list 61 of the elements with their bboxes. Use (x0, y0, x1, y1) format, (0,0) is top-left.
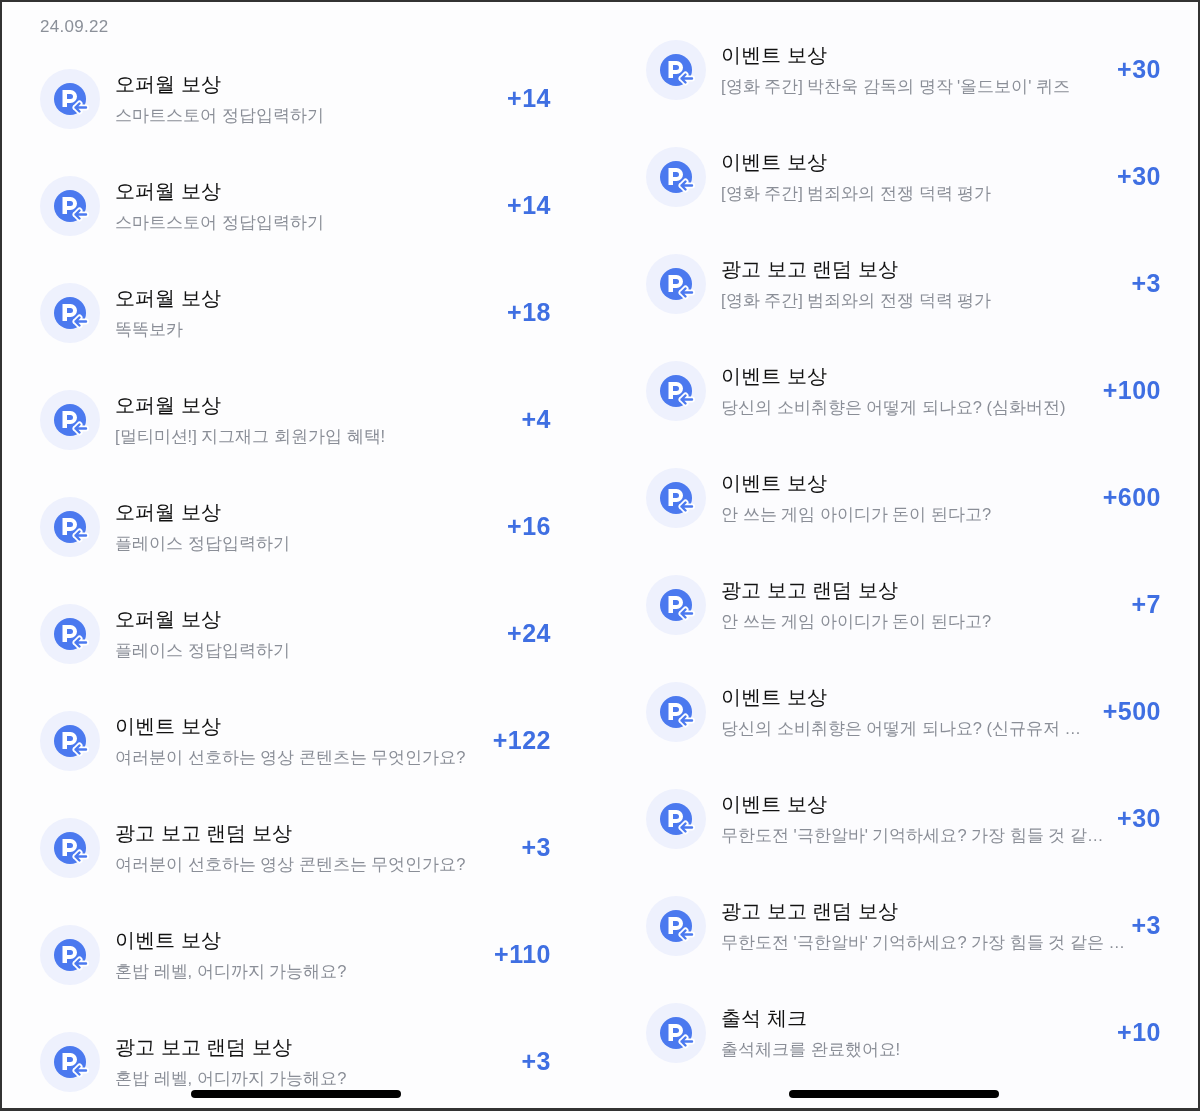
points-amount: +500 (1102, 695, 1161, 727)
points-amount: +3 (521, 831, 551, 863)
points-amount: +14 (507, 189, 551, 221)
reward-description: 안 쓰는 게임 아이디가 돈이 된다고? (721, 503, 993, 525)
reward-description: 똑똑보카 (115, 318, 184, 340)
reward-title: 오퍼월 보상 (115, 499, 222, 525)
reward-description: [멀티미션!] 지그재그 회원가입 혜택! (115, 425, 387, 447)
points-amount: +100 (1102, 374, 1161, 406)
reward-title: 이벤트 보상 (721, 363, 828, 389)
reward-description: 혼밥 레벨, 어디까지 가능해요? (115, 960, 348, 982)
points-amount: +3 (1131, 267, 1161, 299)
reward-description: [영화 주간] 범죄와의 전쟁 덕력 평가 (721, 182, 993, 204)
points-amount: +110 (494, 938, 551, 970)
reward-title: 이벤트 보상 (721, 149, 828, 175)
points-amount: +30 (1117, 160, 1161, 192)
reward-title: 오퍼월 보상 (115, 178, 222, 204)
reward-title: 광고 보고 랜덤 보상 (721, 898, 899, 924)
reward-title: 이벤트 보상 (721, 42, 828, 68)
points-amount: +122 (492, 724, 551, 756)
points-amount: +4 (521, 403, 551, 435)
reward-title: 광고 보고 랜덤 보상 (721, 256, 899, 282)
reward-description: 스마트스토어 정답입력하기 (115, 211, 325, 233)
points-amount: +30 (1117, 802, 1161, 834)
reward-description: 플레이스 정답입력하기 (115, 639, 291, 661)
reward-description: 여러분이 선호하는 영상 콘텐츠는 무엇인가요? (115, 853, 467, 875)
reward-description: [영화 주간] 박찬욱 감독의 명작 '올드보이' 퀴즈 (721, 75, 1071, 97)
reward-title: 오퍼월 보상 (115, 71, 222, 97)
reward-title: 이벤트 보상 (721, 470, 828, 496)
reward-description: 무한도전 '극한알바' 기억하세요? 가장 힘들 것 같… (721, 824, 1105, 846)
reward-title: 광고 보고 랜덤 보상 (115, 1034, 293, 1060)
reward-title: 출석 체크 (721, 1005, 808, 1031)
reward-description: 당신의 소비취향은 어떻게 되나요? (심화버전) (721, 396, 1067, 418)
reward-title: 이벤트 보상 (721, 791, 828, 817)
points-amount: +10 (1117, 1016, 1161, 1048)
points-amount: +3 (1131, 909, 1161, 941)
reward-description: 스마트스토어 정답입력하기 (115, 104, 325, 126)
reward-title: 이벤트 보상 (115, 927, 222, 953)
reward-description: 여러분이 선호하는 영상 콘텐츠는 무엇인가요? (115, 746, 467, 768)
points-amount: +3 (521, 1045, 551, 1077)
points-amount: +16 (507, 510, 551, 542)
reward-title: 오퍼월 보상 (115, 606, 222, 632)
reward-description: 무한도전 '극한알바' 기억하세요? 가장 힘들 것 같은 … (721, 931, 1122, 953)
reward-description: [영화 주간] 범죄와의 전쟁 덕력 평가 (721, 289, 993, 311)
reward-title: 광고 보고 랜덤 보상 (721, 577, 899, 603)
points-amount: +24 (507, 617, 551, 649)
points-amount: +14 (507, 82, 551, 114)
date-label: 24.09.22 (40, 16, 110, 38)
reward-description: 출석체크를 완료했어요! (721, 1038, 902, 1060)
reward-description: 플레이스 정답입력하기 (115, 532, 291, 554)
points-amount: +7 (1131, 588, 1161, 620)
reward-description: 당신의 소비취향은 어떻게 되나요? (신규유저 … (721, 717, 1083, 739)
reward-description: 안 쓰는 게임 아이디가 돈이 된다고? (721, 610, 993, 632)
reward-title: 이벤트 보상 (721, 684, 828, 710)
points-amount: +600 (1102, 481, 1161, 513)
reward-title: 이벤트 보상 (115, 713, 222, 739)
reward-title: 광고 보고 랜덤 보상 (115, 820, 293, 846)
points-amount: +18 (507, 296, 551, 328)
points-amount: +30 (1117, 53, 1161, 85)
reward-title: 오퍼월 보상 (115, 285, 222, 311)
reward-description: 혼밥 레벨, 어디까지 가능해요? (115, 1067, 348, 1089)
reward-title: 오퍼월 보상 (115, 392, 222, 418)
